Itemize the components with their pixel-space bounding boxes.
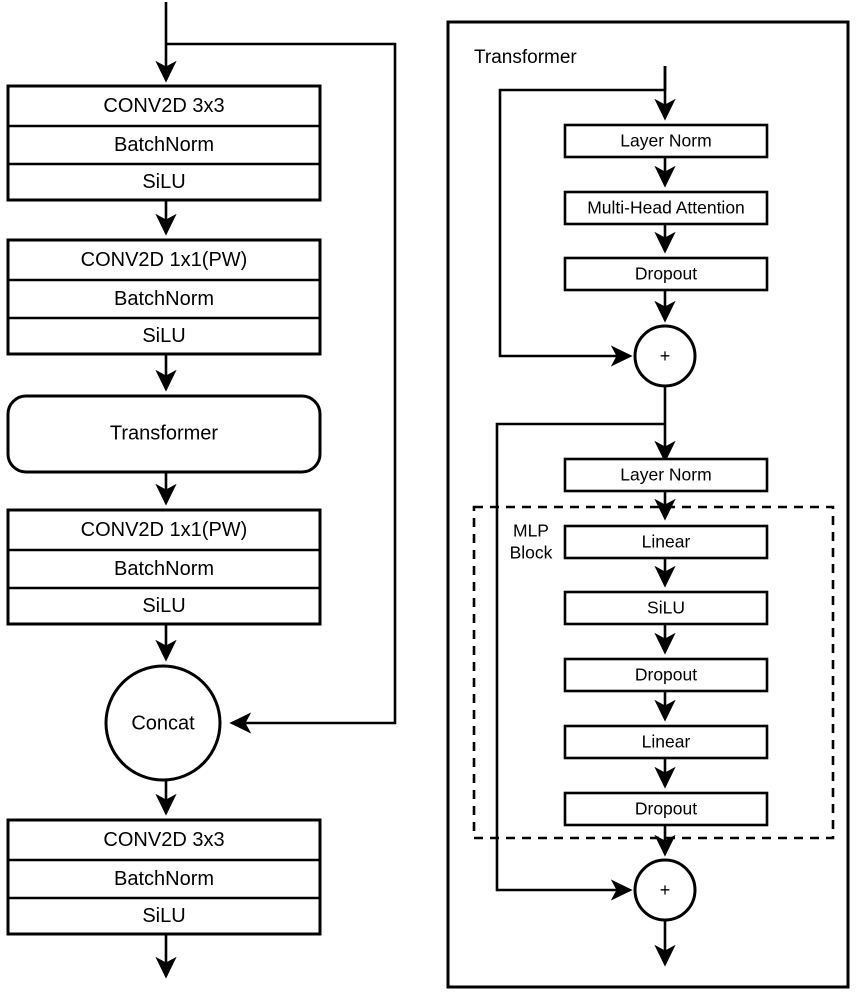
residual-add-1-label: + [660, 346, 671, 366]
conv-group-4-row2: BatchNorm [114, 868, 214, 890]
layer-norm-1-label: Layer Norm [620, 131, 711, 151]
dropout-mlp-2-label: Dropout [635, 799, 697, 819]
layer-norm-2: Layer Norm [563, 457, 769, 493]
residual-add-2-label: + [660, 880, 671, 900]
concat-node-label: Concat [131, 712, 195, 734]
conv-group-2-row3: SiLU [142, 325, 185, 347]
residual-add-2: + [633, 858, 697, 922]
conv-group-4-row1: CONV2D 3x3 [103, 829, 224, 851]
transformer-node-label: Transformer [110, 422, 219, 444]
layer-norm-2-label: Layer Norm [620, 465, 711, 485]
transformer-node: Transformer [6, 394, 322, 474]
mlp-block-label-line1: MLP [513, 521, 549, 541]
conv-group-2: CONV2D 1x1(PW) BatchNorm SiLU [6, 238, 322, 356]
conv-group-4-row3: SiLU [142, 905, 185, 927]
conv-group-3-row3: SiLU [142, 595, 185, 617]
concat-node: Concat [104, 664, 222, 782]
dropout-mlp-1: Dropout [563, 657, 769, 693]
transformer-panel: Transformer [446, 20, 850, 989]
conv-group-3-row2: BatchNorm [114, 558, 214, 580]
architecture-diagram: CONV2D 3x3 BatchNorm SiLU CONV2D 1x1(PW)… [0, 0, 859, 1000]
dropout-attention-label: Dropout [635, 264, 697, 284]
conv-group-1-row1: CONV2D 3x3 [103, 95, 224, 117]
dropout-mlp-1-label: Dropout [635, 665, 697, 685]
conv-group-2-row1: CONV2D 1x1(PW) [81, 249, 248, 271]
dropout-attention: Dropout [563, 256, 769, 292]
silu-node: SiLU [563, 590, 769, 626]
transformer-panel-title: Transformer [474, 47, 577, 68]
mlp-block-label-line2: Block [510, 543, 553, 563]
multi-head-attention: Multi-Head Attention [563, 190, 769, 226]
linear-1-label: Linear [642, 532, 691, 552]
dropout-mlp-2: Dropout [563, 791, 769, 827]
conv-group-1: CONV2D 3x3 BatchNorm SiLU [6, 84, 322, 202]
multi-head-attention-label: Multi-Head Attention [587, 198, 745, 218]
conv-group-3: CONV2D 1x1(PW) BatchNorm SiLU [6, 508, 322, 626]
layer-norm-1: Layer Norm [563, 123, 769, 159]
conv-group-1-row2: BatchNorm [114, 134, 214, 156]
conv-group-4: CONV2D 3x3 BatchNorm SiLU [6, 818, 322, 936]
linear-2: Linear [563, 724, 769, 760]
linear-1: Linear [563, 524, 769, 560]
residual-add-1: + [633, 324, 697, 388]
conv-group-1-row3: SiLU [142, 171, 185, 193]
silu-node-label: SiLU [647, 598, 685, 618]
linear-2-label: Linear [642, 732, 691, 752]
conv-group-3-row1: CONV2D 1x1(PW) [81, 519, 248, 541]
conv-group-2-row2: BatchNorm [114, 288, 214, 310]
